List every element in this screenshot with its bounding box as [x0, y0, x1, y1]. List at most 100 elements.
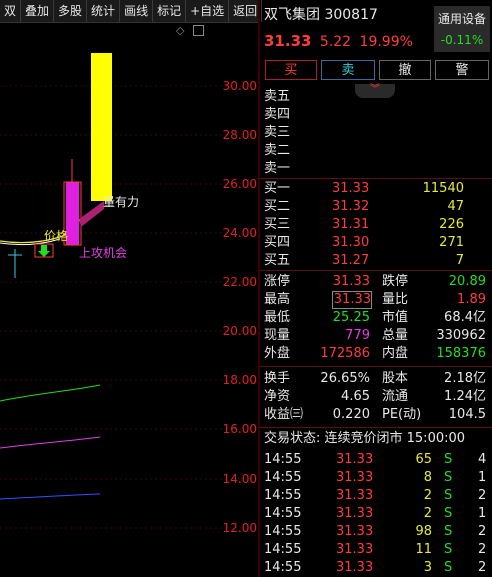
- stock-title: 双飞集团 300817: [264, 6, 378, 24]
- stat2-value: 104.5: [448, 407, 486, 422]
- stat-label: 总量: [382, 328, 409, 343]
- quote-panel: 双飞集团 300817 31.33 5.22 19.99% 通用设备 -0.11…: [260, 0, 492, 577]
- tick-time: 14:55: [264, 542, 302, 557]
- tick-time: 14:55: [264, 560, 302, 575]
- price-annotation: 价格: [44, 228, 68, 243]
- stat-value: 172586: [320, 346, 370, 361]
- buy2-price: 31.32: [332, 199, 370, 214]
- kline-chart[interactable]: 量有力 价格 上攻机会: [0, 23, 258, 577]
- tick-volume: 8: [423, 470, 432, 485]
- tick-price: 31.33: [336, 452, 374, 467]
- alert-button[interactable]: 警: [435, 60, 489, 80]
- stat2-label: 收益㈢: [264, 407, 304, 422]
- sell1-label: 卖一: [264, 161, 291, 176]
- tick-volume: 2: [423, 488, 432, 503]
- buy-button[interactable]: 买: [265, 60, 317, 80]
- tick-volume: 65: [415, 452, 432, 467]
- sector-name: 通用设备: [437, 12, 486, 26]
- tick-side: S: [444, 524, 453, 539]
- sell-button[interactable]: 卖: [321, 60, 375, 80]
- tick-side: S: [444, 452, 453, 467]
- y-tick-label: 30.00: [222, 79, 257, 93]
- tick-count: 2: [478, 542, 487, 557]
- stat2-value: 26.65%: [320, 371, 370, 386]
- y-tick-label: 28.00: [222, 128, 257, 142]
- tick-volume: 3: [423, 560, 432, 575]
- price-change: 5.22: [319, 34, 352, 50]
- tick-time: 14:55: [264, 470, 302, 485]
- toolbar-multi-stock-button[interactable]: 多股: [54, 0, 88, 22]
- sector-box[interactable]: 通用设备 -0.11%: [434, 6, 490, 52]
- toolbar-stats-button[interactable]: 统计: [87, 0, 121, 22]
- stat-label: 跌停: [382, 274, 409, 289]
- collapse-chevron-icon[interactable]: ︾: [355, 84, 395, 98]
- stat2-label: 净资: [264, 389, 291, 404]
- toolbar-draw-line-button[interactable]: 画线: [120, 0, 154, 22]
- toolbar-mark-button[interactable]: 标记: [153, 0, 187, 22]
- stat-value: 68.4亿: [444, 310, 486, 325]
- buy3-label: 买三: [264, 217, 291, 232]
- tick-price: 31.33: [336, 506, 374, 521]
- tick-volume: 98: [415, 524, 432, 539]
- stat-label: 市值: [382, 310, 409, 325]
- buy2-label: 买二: [264, 199, 291, 214]
- buy4-volume: 271: [439, 235, 464, 250]
- chart-toolbar: 双 叠加 多股 统计 画线 标记 +自选 返回: [0, 0, 263, 23]
- stat2-value: 1.24亿: [444, 389, 486, 404]
- tick-count: 1: [478, 506, 487, 521]
- tick-count: 1: [478, 470, 487, 485]
- stat-label: 内盘: [382, 346, 409, 361]
- price-row: 31.33 5.22 19.99%: [264, 32, 413, 50]
- y-tick-label: 12.00: [222, 521, 257, 535]
- buy1-label: 买一: [264, 181, 291, 196]
- toolbar-add-watchlist-button[interactable]: +自选: [186, 0, 230, 22]
- sell5-label: 卖五: [264, 89, 291, 104]
- tick-count: 2: [478, 560, 487, 575]
- stat-value: 158376: [436, 346, 486, 361]
- sell2-label: 卖二: [264, 143, 291, 158]
- stock-code: 300817: [324, 7, 378, 23]
- stat-label: 现量: [264, 328, 291, 343]
- buy4-label: 买四: [264, 235, 291, 250]
- buy5-price: 31.27: [332, 253, 370, 268]
- stat-label: 最低: [264, 310, 291, 325]
- stat2-value: 4.65: [341, 389, 370, 404]
- tick-time: 14:55: [264, 524, 302, 539]
- attack-annotation: 上攻机会: [79, 246, 127, 260]
- stat-value: 779: [345, 328, 370, 343]
- stat-label: 涨停: [264, 274, 291, 289]
- stat2-label: 换手: [264, 371, 291, 386]
- trade-status: 交易状态: 连续竞价闭市 15:00:00: [264, 431, 466, 446]
- tick-time: 14:55: [264, 488, 302, 503]
- tick-time: 14:55: [264, 452, 302, 467]
- tick-price: 31.33: [336, 488, 374, 503]
- tick-count: 2: [478, 488, 487, 503]
- buy2-volume: 47: [447, 199, 464, 214]
- stat2-label: PE(动): [382, 407, 422, 422]
- tick-price: 31.33: [336, 524, 374, 539]
- tick-count: 2: [478, 524, 487, 539]
- ma-blue-line: [0, 493, 101, 500]
- sector-pct: -0.11%: [440, 33, 484, 47]
- stat2-label: 流通: [382, 389, 409, 404]
- cancel-order-button[interactable]: 撤: [379, 60, 431, 80]
- volume-signal-bar: [91, 53, 112, 201]
- y-tick-label: 24.00: [222, 226, 257, 240]
- stat-label: 外盘: [264, 346, 291, 361]
- toolbar-overlay-button[interactable]: 叠加: [21, 0, 55, 22]
- tick-side: S: [444, 560, 453, 575]
- y-tick-label: 20.00: [222, 324, 257, 338]
- buy5-volume: 7: [455, 253, 464, 268]
- y-tick-label: 26.00: [222, 177, 257, 191]
- tick-volume: 11: [415, 542, 432, 557]
- stat-value: 25.25: [332, 310, 370, 325]
- sell4-label: 卖四: [264, 107, 291, 122]
- tick-time: 14:55: [264, 506, 302, 521]
- stat2-label: 股本: [382, 371, 409, 386]
- tick-price: 31.33: [336, 470, 374, 485]
- tick-price: 31.33: [336, 542, 374, 557]
- tick-volume: 2: [423, 506, 432, 521]
- ma-pink-line: [0, 436, 101, 449]
- buy3-price: 31.31: [332, 217, 370, 232]
- toolbar-double-button[interactable]: 双: [0, 0, 22, 22]
